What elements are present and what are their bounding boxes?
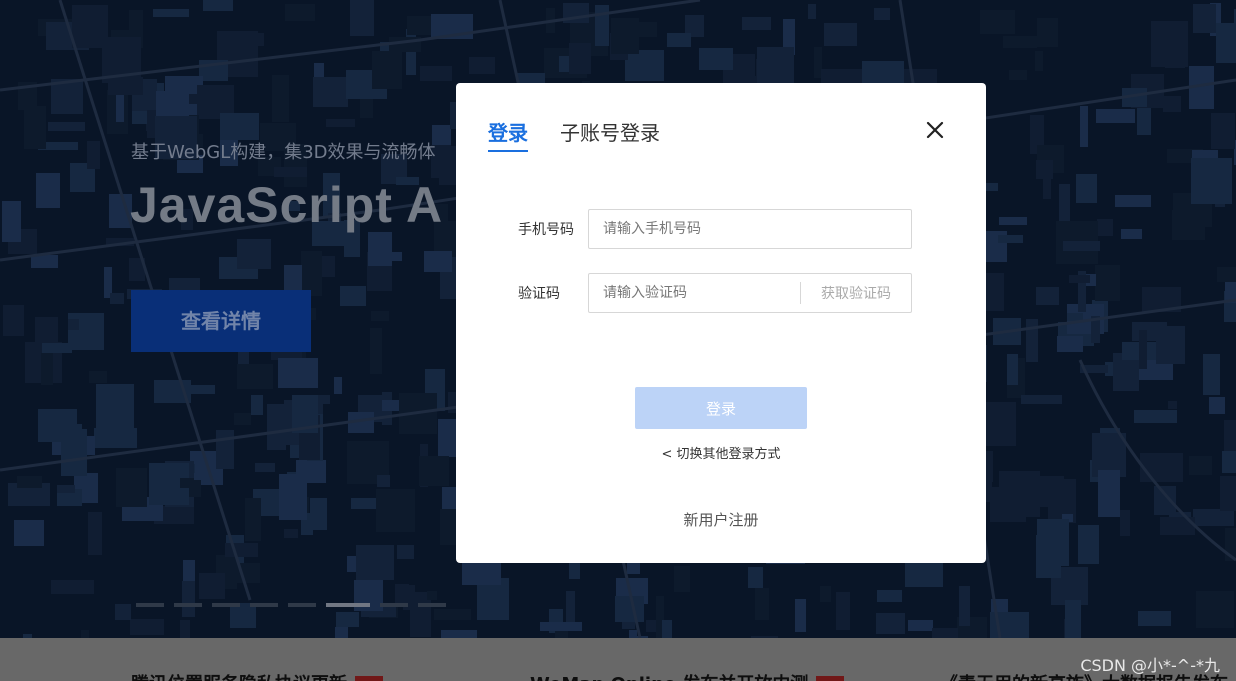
- phone-input[interactable]: [589, 210, 911, 248]
- login-button[interactable]: 登录: [635, 387, 807, 429]
- close-icon[interactable]: [924, 119, 946, 141]
- tab-login[interactable]: 登录: [488, 117, 528, 152]
- watermark: CSDN @小*-^-*九: [1080, 656, 1220, 675]
- code-input[interactable]: [589, 274, 800, 312]
- register-link[interactable]: 新用户注册: [456, 509, 986, 530]
- phone-label: 手机号码: [518, 222, 574, 238]
- code-input-box: 获取验证码: [588, 273, 912, 313]
- code-label: 验证码: [518, 286, 560, 302]
- phone-input-box: [588, 209, 912, 249]
- phone-row: 手机号码: [518, 209, 912, 249]
- login-tabs: 登录 子账号登录: [488, 117, 660, 152]
- tab-sub-account-login[interactable]: 子账号登录: [560, 117, 660, 152]
- code-row: 验证码 获取验证码: [518, 273, 912, 313]
- login-modal: 登录 子账号登录 手机号码 验证码 获取验证码 登录 < 切换其他登录方式 新用…: [456, 83, 986, 563]
- get-code-button[interactable]: 获取验证码: [801, 283, 911, 303]
- switch-login-method-link[interactable]: < 切换其他登录方式: [456, 443, 986, 462]
